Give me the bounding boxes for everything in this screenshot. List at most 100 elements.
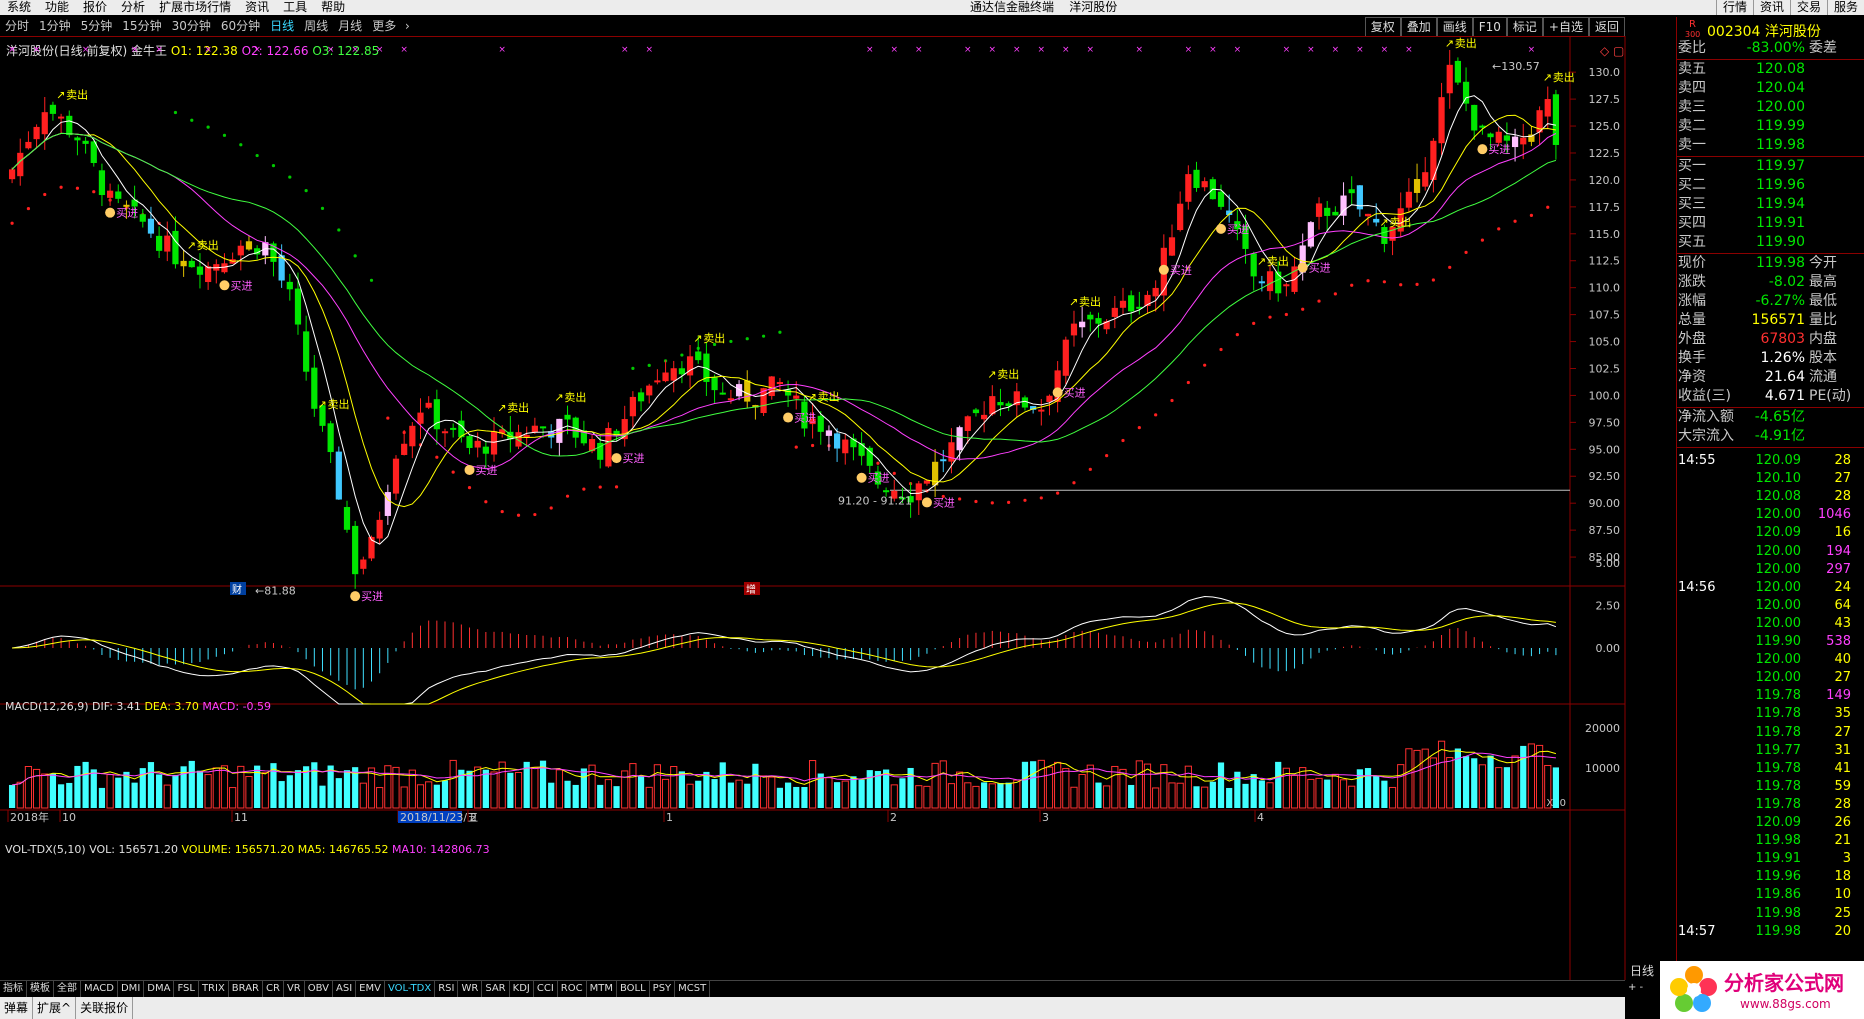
candle[interactable] (1201, 181, 1208, 188)
candle[interactable] (1471, 104, 1478, 131)
candle[interactable] (883, 490, 890, 493)
candle[interactable] (245, 241, 253, 250)
candle[interactable] (817, 415, 824, 432)
candle[interactable] (41, 112, 48, 135)
menu-item-2[interactable]: 报价 (76, 0, 114, 15)
candle[interactable] (49, 104, 57, 114)
period-tab-4[interactable]: 30分钟 (167, 17, 216, 36)
chevron-right-icon[interactable]: › (405, 19, 410, 33)
candle[interactable] (115, 191, 122, 199)
tool-button-2[interactable]: 画线 (1436, 17, 1473, 36)
candle[interactable] (327, 423, 334, 453)
candle[interactable] (1266, 271, 1274, 292)
indicator-tab-11[interactable]: OBV (305, 981, 333, 997)
candle[interactable] (1315, 203, 1323, 217)
candle[interactable] (1454, 60, 1461, 83)
menu-item-6[interactable]: 工具 (276, 0, 314, 15)
indicator-tab-4[interactable]: DMI (118, 981, 145, 997)
candle[interactable] (629, 396, 636, 417)
indicator-tab-0[interactable]: 指标 (0, 981, 27, 997)
candle[interactable] (915, 483, 922, 501)
indicator-tab-24[interactable]: MCST (675, 981, 711, 997)
period-tab-9[interactable]: 更多 (367, 17, 401, 36)
indicator-tab-2[interactable]: 全部 (54, 981, 81, 997)
candle[interactable] (1520, 137, 1527, 145)
period-tab-8[interactable]: 月线 (333, 17, 367, 36)
tool-button-3[interactable]: F10 (1472, 17, 1507, 36)
candle[interactable] (343, 507, 351, 530)
candle[interactable] (539, 426, 547, 429)
candle[interactable] (1046, 395, 1053, 402)
menu-item-0[interactable]: 系统 (0, 0, 38, 15)
indicator-tab-1[interactable]: 模板 (27, 981, 54, 997)
candle[interactable] (237, 245, 244, 256)
menu-item-1[interactable]: 功能 (38, 0, 76, 15)
candle[interactable] (1062, 339, 1069, 376)
candle[interactable] (57, 116, 65, 119)
candle[interactable] (107, 190, 114, 198)
candle[interactable] (33, 126, 40, 140)
candle[interactable] (74, 137, 81, 141)
tool-button-4[interactable]: 标记 (1506, 17, 1543, 36)
candle[interactable] (1128, 295, 1135, 312)
candle[interactable] (482, 446, 489, 454)
menu-right-0[interactable]: 行情 (1715, 0, 1753, 15)
candle[interactable] (637, 392, 645, 402)
candle[interactable] (842, 439, 849, 454)
candle[interactable] (1079, 321, 1086, 328)
indicator-tab-14[interactable]: VOL-TDX (385, 981, 436, 997)
candle[interactable] (164, 235, 171, 252)
indicator-tab-8[interactable]: BRAR (229, 981, 263, 997)
candle[interactable] (17, 152, 24, 177)
candle[interactable] (1511, 136, 1519, 148)
menu-right-2[interactable]: 交易 (1789, 0, 1827, 15)
candle[interactable] (441, 431, 449, 434)
candle[interactable] (997, 402, 1004, 406)
candle[interactable] (450, 427, 457, 430)
candle[interactable] (1324, 207, 1331, 216)
candle[interactable] (474, 440, 481, 448)
candle[interactable] (172, 230, 179, 265)
indicator-tab-10[interactable]: VR (284, 981, 305, 997)
indicator-tab-21[interactable]: MTM (587, 981, 617, 997)
candle[interactable] (564, 414, 571, 420)
menu-right-3[interactable]: 服务 (1826, 0, 1864, 15)
menu-item-4[interactable]: 扩展市场行情 (152, 0, 238, 15)
tool-button-0[interactable]: 复权 (1364, 17, 1401, 36)
candle[interactable] (417, 412, 424, 424)
indicator-tab-3[interactable]: MACD (81, 981, 118, 997)
candle[interactable] (376, 519, 383, 539)
period-tab-5[interactable]: 60分钟 (216, 17, 265, 36)
candle[interactable] (695, 351, 702, 361)
candle[interactable] (662, 372, 669, 382)
candle[interactable] (858, 443, 865, 456)
candle[interactable] (972, 409, 980, 414)
period-tab-1[interactable]: 1分钟 (34, 17, 76, 36)
candle[interactable] (294, 288, 302, 325)
period-tab-6[interactable]: 日线 (265, 17, 299, 36)
candle[interactable] (531, 425, 538, 433)
candle[interactable] (490, 431, 498, 455)
kline-chart[interactable]: × × × × × × × × × × × × × × × × × × × × × × × × × × × × × × × × × × 买进买进买… (0, 36, 1676, 980)
candle[interactable] (523, 434, 530, 437)
candle[interactable] (686, 356, 694, 376)
candle[interactable] (82, 140, 89, 144)
candle[interactable] (768, 376, 775, 397)
period-tab-0[interactable]: 分时 (0, 17, 34, 36)
candle[interactable] (335, 451, 342, 500)
candle[interactable] (670, 368, 677, 381)
candle[interactable] (1422, 172, 1429, 187)
candle[interactable] (1487, 133, 1494, 138)
candle[interactable] (833, 433, 841, 449)
candle[interactable] (156, 235, 163, 251)
candle[interactable] (188, 260, 195, 268)
candle[interactable] (352, 525, 359, 575)
candle[interactable] (964, 416, 971, 431)
candle[interactable] (678, 368, 685, 375)
indicator-tab-23[interactable]: PSY (650, 981, 676, 997)
candle[interactable] (1283, 284, 1290, 287)
candle[interactable] (784, 389, 792, 396)
candle[interactable] (1364, 213, 1372, 217)
candle[interactable] (1544, 99, 1551, 117)
candle[interactable] (711, 377, 718, 391)
